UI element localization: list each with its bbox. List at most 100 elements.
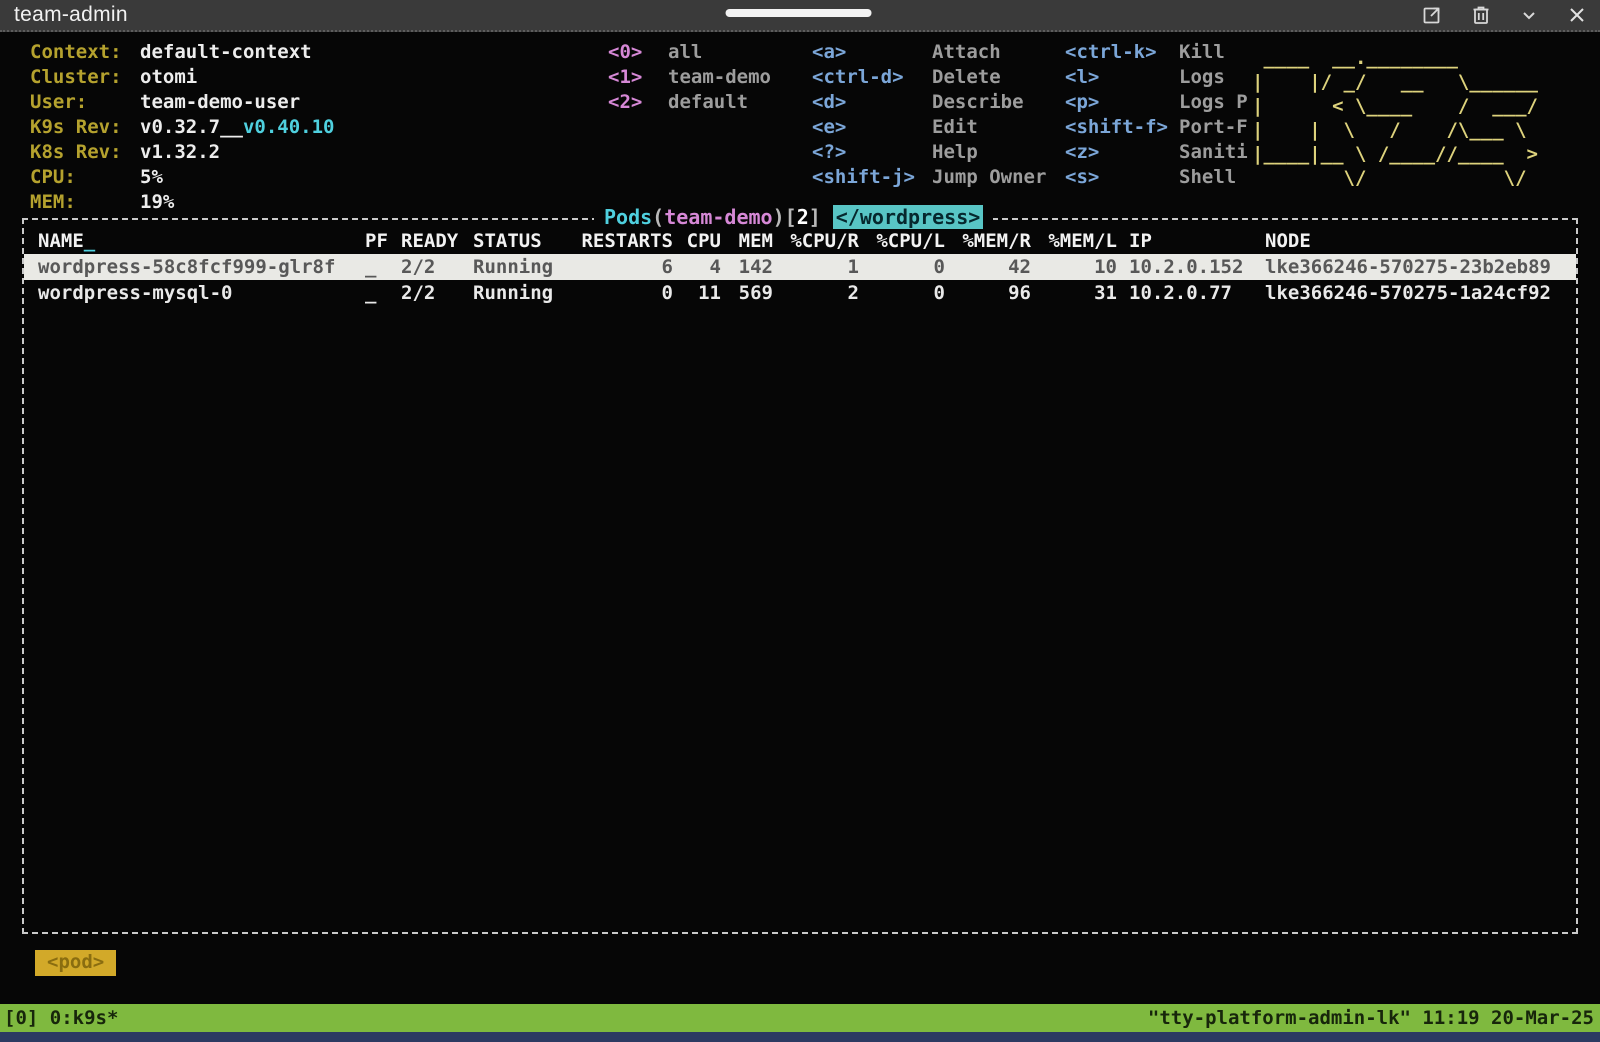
namespace-hotkeys: <0> all <1> team-demo <2> default [608, 40, 771, 115]
hotkey-edit: <e> Edit [812, 115, 1046, 140]
hotkey-key: <a> [812, 40, 932, 65]
pod-restarts-cell: 0 [575, 280, 673, 306]
pod-name-cell: wordpress-mysql-0 [38, 280, 353, 306]
hotkey-key: <ctrl-d> [812, 65, 932, 90]
hotkey-kill: <ctrl-k> Kill [1065, 40, 1269, 65]
hotkey-attach: <a> Attach [812, 40, 1046, 65]
col-cpu-l[interactable]: %CPU/L [871, 228, 945, 254]
pod-mem-l-cell: 31 [1043, 280, 1117, 306]
hotkey-label: team-demo [668, 65, 771, 90]
pod-status-cell: Running [473, 254, 563, 280]
mem-value: 19% [140, 190, 174, 215]
count-bracket-close: ] [809, 205, 821, 229]
col-ready[interactable]: READY [401, 228, 461, 254]
pod-row-wordpress-mysql[interactable]: wordpress-mysql-0 _ 2/2 Running 0 11 569… [24, 280, 1576, 306]
hotkey-sanitize: <z> Saniti [1065, 140, 1269, 165]
window-drag-handle[interactable] [726, 9, 872, 17]
hotkey-key: <d> [812, 90, 932, 115]
hotkey-label: default [668, 90, 748, 115]
col-mem[interactable]: MEM [733, 228, 773, 254]
logo-line: ____ __.________ [1252, 46, 1538, 70]
pod-node-cell: lke366246-570275-1a24cf92 [1265, 280, 1566, 306]
k9s-rev-separator: __ [220, 115, 243, 140]
tmux-session-info: [0] 0:k9s* [4, 1004, 118, 1032]
hotkey-default: <2> default [608, 90, 771, 115]
hotkey-delete: <ctrl-d> Delete [812, 65, 1046, 90]
pod-cpu-cell: 4 [685, 254, 721, 280]
action-hotkeys-col1: <a> Attach <ctrl-d> Delete <d> Describe … [812, 40, 1046, 190]
pod-cpu-l-cell: 0 [871, 280, 945, 306]
pod-pf-cell: _ [365, 280, 389, 306]
col-node[interactable]: NODE [1265, 228, 1566, 254]
cluster-info: Context: default-context Cluster: otomi … [30, 40, 334, 215]
col-mem-l[interactable]: %MEM/L [1043, 228, 1117, 254]
col-pf[interactable]: PF [365, 228, 389, 254]
logo-line: | | \ / /\___ \ [1252, 118, 1538, 142]
count-bracket-open: [ [785, 205, 797, 229]
trash-icon[interactable] [1472, 5, 1490, 25]
breadcrumb: <pod> [0, 940, 1600, 1004]
pods-table-header: NAME_ PF READY STATUS RESTARTS CPU MEM %… [24, 228, 1576, 254]
tmux-host-clock: "tty-platform-admin-lk" 11:19 20-Mar-25 [1148, 1004, 1594, 1032]
hotkey-logs: <l> Logs [1065, 65, 1269, 90]
bottom-strip [0, 1032, 1600, 1042]
hotkey-port-forward: <shift-f> Port-F [1065, 115, 1269, 140]
breadcrumb-pod-badge[interactable]: <pod> [35, 950, 116, 976]
context-label: Context: [30, 40, 140, 65]
k8s-rev-label: K8s Rev: [30, 140, 140, 165]
context-value: default-context [140, 40, 312, 65]
hotkey-label: all [668, 40, 702, 65]
pod-cpu-r-cell: 1 [785, 254, 859, 280]
paren-open: ( [652, 205, 664, 229]
pods-view-title: Pods(team-demo)[2] </wordpress> [594, 205, 993, 229]
hotkey-all: <0> all [608, 40, 771, 65]
col-restarts[interactable]: RESTARTS [575, 228, 673, 254]
open-in-new-icon[interactable] [1422, 5, 1442, 25]
cluster-row: Cluster: otomi [30, 65, 334, 90]
col-status[interactable]: STATUS [473, 228, 563, 254]
hotkey-help: <?> Help [812, 140, 1046, 165]
hotkey-key: <?> [812, 140, 932, 165]
pod-mem-cell: 569 [733, 280, 773, 306]
k9s-rev-label: K9s Rev: [30, 115, 140, 140]
cpu-label: CPU: [30, 165, 140, 190]
hotkey-label: Jump Owner [932, 165, 1046, 190]
hotkey-key: <0> [608, 40, 656, 65]
chevron-down-icon[interactable] [1520, 6, 1538, 24]
hotkey-label: Edit [932, 115, 978, 140]
hotkey-label: Delete [932, 65, 1001, 90]
cluster-label: Cluster: [30, 65, 140, 90]
k9s-ascii-logo: ____ __.________ | |/ _/ __ \______ | < … [1252, 46, 1538, 190]
k8s-rev-row: K8s Rev: v1.32.2 [30, 140, 334, 165]
col-cpu-r[interactable]: %CPU/R [785, 228, 859, 254]
user-label: User: [30, 90, 140, 115]
hotkey-shell: <s> Shell [1065, 165, 1269, 190]
k9s-rev-row: K9s Rev: v0.32.7 __ v0.40.10 [30, 115, 334, 140]
user-row: User: team-demo-user [30, 90, 334, 115]
window-title: team-admin [14, 3, 128, 27]
col-ip[interactable]: IP [1129, 228, 1253, 254]
pod-cpu-r-cell: 2 [785, 280, 859, 306]
paren-close: ) [773, 205, 785, 229]
col-name[interactable]: NAME_ [38, 228, 353, 254]
action-hotkeys-col2: <ctrl-k> Kill <l> Logs <p> Logs P <shift… [1065, 40, 1269, 190]
pod-name-cell: wordpress-58c8fcf999-glr8f [38, 254, 353, 280]
hotkey-key: <2> [608, 90, 656, 115]
filter-badge: </wordpress> [833, 205, 984, 229]
col-mem-r[interactable]: %MEM/R [957, 228, 1031, 254]
hotkey-logs-previous: <p> Logs P [1065, 90, 1269, 115]
hotkey-key: <p> [1065, 90, 1179, 115]
pods-view-frame: Pods(team-demo)[2] </wordpress> NAME_ PF… [22, 218, 1578, 934]
close-icon[interactable] [1568, 6, 1586, 24]
pod-mem-r-cell: 42 [957, 254, 1031, 280]
logo-line: | < \____ / ___/ [1252, 94, 1538, 118]
col-cpu[interactable]: CPU [685, 228, 721, 254]
pod-ip-cell: 10.2.0.152 [1129, 254, 1253, 280]
pod-status-cell: Running [473, 280, 563, 306]
hotkey-label: Help [932, 140, 978, 165]
pod-row-wordpress[interactable]: wordpress-58c8fcf999-glr8f _ 2/2 Running… [24, 254, 1576, 280]
pod-mem-l-cell: 10 [1043, 254, 1117, 280]
k9s-rev-upgrade: v0.40.10 [243, 115, 335, 140]
hotkey-label: Describe [932, 90, 1024, 115]
tmux-status-bar: [0] 0:k9s* "tty-platform-admin-lk" 11:19… [0, 1004, 1600, 1032]
